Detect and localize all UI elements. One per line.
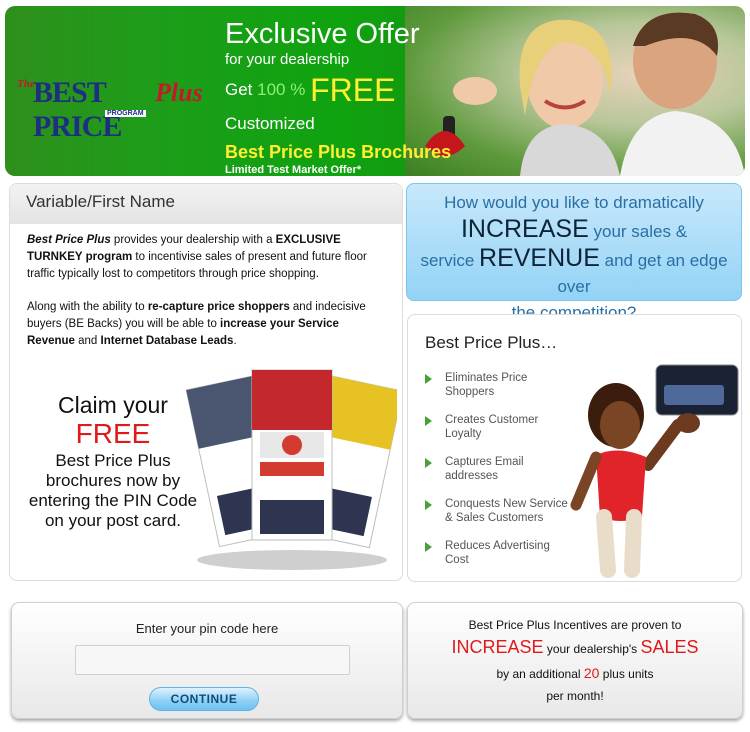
benefit-label: Creates Customer Loyalty (445, 414, 539, 440)
pin-code-input[interactable] (75, 645, 350, 675)
banner-title: Exclusive Offer (225, 18, 420, 50)
intro-paragraph-1: Best Price Plus provides your dealership… (27, 232, 385, 283)
benefit-label: Captures Email addresses (445, 456, 524, 482)
increase-revenue-question: How would you like to dramatically INCRE… (406, 183, 742, 322)
intro-text: Best Price Plus provides your dealership… (27, 232, 385, 350)
incentive-line-2: INCREASE your dealership's SALES (408, 637, 742, 658)
benefit-item: Conquests New Service & Sales Customers (423, 497, 573, 539)
incentive-line-4: per month! (546, 689, 604, 703)
question-revenue: REVENUE (479, 244, 600, 272)
benefit-label: Conquests New Service & Sales Customers (445, 498, 568, 524)
benefit-item: Creates Customer Loyalty (423, 413, 573, 455)
banner-limited-offer: Limited Test Market Offer* (225, 164, 362, 176)
brochures-image (185, 369, 397, 570)
benefit-item: Eliminates Price Shoppers (423, 371, 573, 413)
claim-free: FREE (75, 418, 151, 449)
free-text: FREE (310, 72, 396, 108)
claim-line-3: Best Price Plus brochures now by enterin… (28, 451, 198, 530)
pin-entry-panel: Enter your pin code here CONTINUE (11, 602, 403, 719)
bullet-arrow-icon (425, 416, 432, 426)
question-line-2: INCREASE your sales & (407, 216, 741, 245)
incentive-increase: INCREASE (451, 637, 544, 657)
intro-text-fragment: provides your dealership with a (110, 234, 276, 246)
incentive-twenty: 20 (583, 665, 600, 681)
intro-text-fragment: . (233, 335, 237, 347)
bullet-arrow-icon (425, 374, 432, 384)
intro-text-fragment: and (74, 335, 101, 347)
benefits-list: Eliminates Price Shoppers Creates Custom… (423, 371, 573, 581)
bullet-arrow-icon (425, 542, 432, 552)
logo-program: PROGRAM (105, 110, 146, 117)
question-increase: INCREASE (460, 215, 589, 243)
incentive-line-3: by an additional 20 plus units (408, 665, 742, 681)
bullet-arrow-icon (425, 500, 432, 510)
claim-line-1: Claim your (58, 392, 168, 418)
incentive-panel: Best Price Plus Incentives are proven to… (407, 602, 743, 719)
bullet-arrow-icon (425, 458, 432, 468)
banner-subtitle: for your dealership (225, 51, 350, 68)
woman-holding-card-image (570, 364, 739, 578)
claim-free-callout: Claim your FREE Best Price Plus brochure… (28, 392, 198, 531)
incentive-fragment: by an additional (496, 667, 584, 681)
intro-bold-internet-leads: Internet Database Leads (100, 335, 234, 347)
incentive-sales: SALES (640, 637, 699, 657)
hundred-percent: 100 % (257, 79, 306, 99)
incentive-line-1: Best Price Plus Incentives are proven to (468, 618, 682, 632)
intro-text-fragment: Along with the ability to (27, 301, 148, 313)
question-fragment: your sales & (588, 222, 688, 241)
benefit-item: Reduces Advertising Cost (423, 539, 573, 581)
incentive-fragment: your dealership's (543, 642, 641, 656)
benefits-panel: Best Price Plus… Eliminates Price Shoppe… (407, 314, 742, 582)
intro-bold-recapture: re-capture price shoppers (147, 301, 290, 313)
benefit-label: Reduces Advertising Cost (445, 540, 550, 566)
question-line-1: How would you like to dramatically (444, 193, 704, 212)
recipient-name-heading: Variable/First Name (10, 184, 402, 224)
banner-get-free: Get 100 % FREE (225, 72, 395, 109)
intro-brand: Best Price Plus (27, 234, 111, 246)
benefit-label: Eliminates Price Shoppers (445, 372, 528, 398)
benefit-item: Captures Email addresses (423, 455, 573, 497)
couple-with-car-key-image (425, 12, 745, 176)
question-line-3: service REVENUE and get an edge over (407, 245, 741, 300)
incentive-fragment: plus units (599, 667, 654, 681)
logo-plus: Plus (155, 78, 203, 107)
intro-panel: Variable/First Name Best Price Plus prov… (9, 183, 403, 581)
banner-brochures: Best Price Plus Brochures (225, 142, 452, 162)
pin-code-label: Enter your pin code here (135, 621, 279, 636)
banner-customized: Customized (225, 114, 315, 133)
get-text: Get (225, 79, 253, 99)
continue-button[interactable]: CONTINUE (149, 687, 259, 711)
best-price-plus-logo: The BEST PRICE PROGRAM Plus (15, 76, 203, 143)
intro-paragraph-2: Along with the ability to re-capture pri… (27, 299, 385, 350)
question-fragment: service (420, 251, 480, 270)
header-banner: The BEST PRICE PROGRAM Plus Exclusive Of… (5, 6, 745, 176)
benefits-heading: Best Price Plus… (425, 333, 558, 352)
